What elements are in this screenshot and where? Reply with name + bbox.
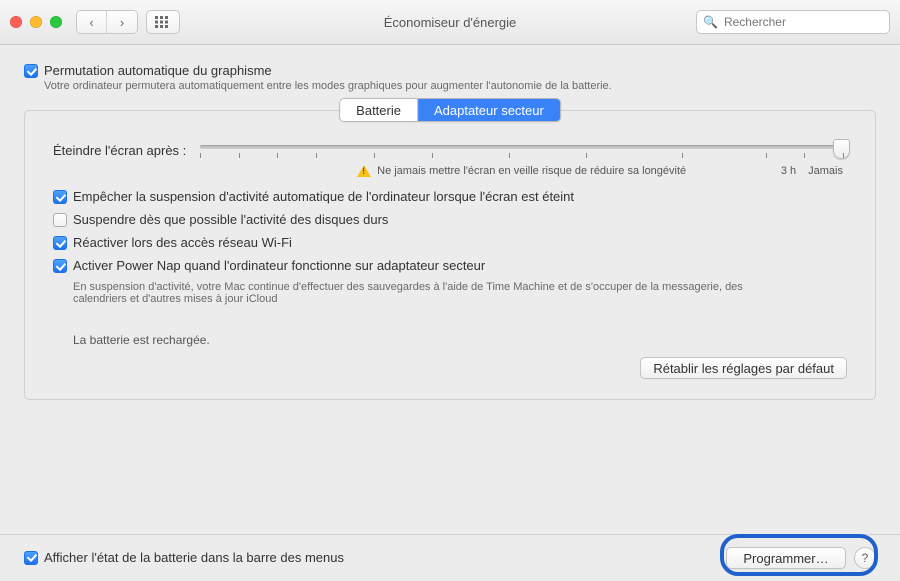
auto-graphics-description: Votre ordinateur permutera automatiqueme… [44,80,876,92]
slider-warning-row: Ne jamais mettre l'écran en veille risqu… [200,165,843,177]
options-list: Empêcher la suspension d'activité automa… [53,189,847,305]
show-battery-menu-row: Afficher l'état de la batterie dans la b… [24,550,344,565]
search-input[interactable] [722,14,883,30]
grid-icon [155,16,171,28]
schedule-button[interactable]: Programmer… [726,547,846,569]
wake-wifi-label: Réactiver lors des accès réseau Wi-Fi [73,235,292,250]
power-nap-description: En suspension d'activité, votre Mac cont… [73,281,773,305]
restore-defaults-wrap: Rétablir les réglages par défaut [53,357,847,379]
tab-adapter[interactable]: Adaptateur secteur [418,99,560,121]
battery-status: La batterie est rechargée. [73,333,847,347]
display-sleep-row: Éteindre l'écran après : Ne jamais mettr… [53,145,847,177]
prevent-sleep-row: Empêcher la suspension d'activité automa… [53,189,847,204]
show-all-preferences-button[interactable] [146,10,180,34]
slider-tick-labels: 3 h Jamais [781,165,843,177]
slider-ticks [200,153,843,159]
tab-battery[interactable]: Batterie [340,99,418,121]
titlebar: ‹ › Économiseur d'énergie 🔍 [0,0,900,45]
restore-defaults-button[interactable]: Rétablir les réglages par défaut [640,357,847,379]
show-battery-menu-checkbox[interactable] [24,551,38,565]
power-nap-checkbox[interactable] [53,259,67,273]
footer: Afficher l'état de la batterie dans la b… [0,534,900,581]
minimize-window-button[interactable] [30,16,42,28]
window-title: Économiseur d'énergie [384,15,517,30]
auto-graphics-checkbox[interactable] [24,64,38,78]
slider-track [200,145,843,149]
power-nap-row: Activer Power Nap quand l'ordinateur fon… [53,258,847,273]
back-button[interactable]: ‹ [77,11,107,33]
tick-never: Jamais [808,165,843,177]
zoom-window-button[interactable] [50,16,62,28]
search-field[interactable]: 🔍 [696,10,890,34]
power-nap-label: Activer Power Nap quand l'ordinateur fon… [73,258,485,273]
wake-wifi-row: Réactiver lors des accès réseau Wi-Fi [53,235,847,250]
help-button[interactable]: ? [854,547,876,569]
power-source-tabs: Batterie Adaptateur secteur [339,98,561,122]
prevent-sleep-checkbox[interactable] [53,190,67,204]
display-sleep-slider[interactable]: Ne jamais mettre l'écran en veille risqu… [200,145,847,177]
forward-button[interactable]: › [107,11,137,33]
disk-sleep-row: Suspendre dès que possible l'activité de… [53,212,847,227]
show-battery-menu-label: Afficher l'état de la batterie dans la b… [44,550,344,565]
search-icon: 🔍 [703,15,718,29]
window-controls [10,16,62,28]
auto-graphics-row: Permutation automatique du graphisme [24,63,876,78]
nav-back-forward: ‹ › [76,10,138,34]
disk-sleep-checkbox[interactable] [53,213,67,227]
preference-content: Permutation automatique du graphisme Vot… [0,45,900,414]
slider-warning-text: Ne jamais mettre l'écran en veille risqu… [377,165,686,177]
tick-3h: 3 h [781,165,796,177]
disk-sleep-label: Suspendre dès que possible l'activité de… [73,212,388,227]
power-settings-panel: Batterie Adaptateur secteur Éteindre l'é… [24,110,876,400]
prevent-sleep-label: Empêcher la suspension d'activité automa… [73,189,574,204]
wake-wifi-checkbox[interactable] [53,236,67,250]
display-sleep-label: Éteindre l'écran après : [53,143,186,158]
auto-graphics-label: Permutation automatique du graphisme [44,63,272,78]
close-window-button[interactable] [10,16,22,28]
warning-icon [357,165,371,177]
